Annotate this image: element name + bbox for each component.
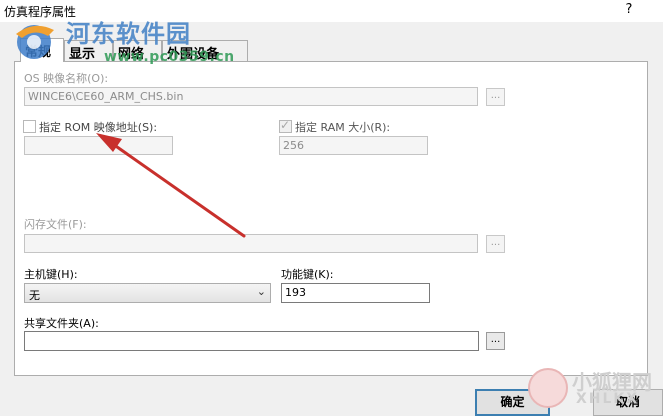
host-key-dropdown[interactable]: 无 ⌄ bbox=[24, 283, 271, 303]
function-key-label: 功能键(K): bbox=[281, 268, 334, 281]
check-icon: ✓ bbox=[280, 118, 291, 132]
general-tab-panel bbox=[14, 61, 648, 376]
ram-size-field[interactable]: 256 bbox=[279, 136, 428, 155]
flash-file-field[interactable] bbox=[24, 234, 478, 253]
tab-general[interactable]: 常规 bbox=[20, 38, 64, 62]
chevron-down-icon: ⌄ bbox=[256, 285, 266, 298]
ram-checkbox-label: 指定 RAM 大小(R): bbox=[295, 121, 391, 134]
title-bar: 仿真程序属性 ? bbox=[0, 0, 663, 22]
tab-peripherals-label: 外围设备 bbox=[167, 47, 220, 62]
tab-display-label: 显示 bbox=[69, 47, 96, 62]
tab-general-label: 常规 bbox=[25, 45, 52, 60]
shared-folder-browse-button[interactable]: ... bbox=[486, 332, 505, 350]
ram-checkbox[interactable]: ✓ bbox=[279, 118, 292, 133]
tab-network-label: 网络 bbox=[118, 47, 145, 62]
flash-file-browse-button[interactable]: ... bbox=[486, 235, 505, 253]
tab-network[interactable]: 网络 bbox=[113, 40, 162, 62]
rom-checkbox[interactable] bbox=[23, 120, 36, 133]
help-button[interactable]: ? bbox=[622, 2, 636, 18]
os-image-field[interactable]: WINCE6\CE60_ARM_CHS.bin bbox=[24, 87, 478, 106]
shared-folder-field[interactable] bbox=[24, 331, 479, 351]
window-title: 仿真程序属性 bbox=[4, 5, 77, 19]
host-key-label: 主机键(H): bbox=[24, 268, 78, 281]
cancel-button[interactable]: 取消 bbox=[593, 389, 663, 416]
tab-peripherals[interactable]: 外围设备 bbox=[162, 40, 248, 62]
ok-button[interactable]: 确定 bbox=[475, 389, 550, 416]
os-image-label: OS 映像名称(O): bbox=[24, 72, 109, 85]
host-key-value: 无 bbox=[29, 289, 40, 302]
flash-file-label: 闪存文件(F): bbox=[24, 218, 87, 231]
rom-address-field[interactable] bbox=[24, 136, 173, 155]
rom-checkbox-label: 指定 ROM 映像地址(S): bbox=[39, 121, 158, 134]
shared-folder-label: 共享文件夹(A): bbox=[24, 317, 99, 330]
tab-display[interactable]: 显示 bbox=[64, 40, 113, 62]
function-key-field[interactable]: 193 bbox=[281, 283, 430, 303]
os-image-browse-button[interactable]: ... bbox=[486, 88, 505, 106]
